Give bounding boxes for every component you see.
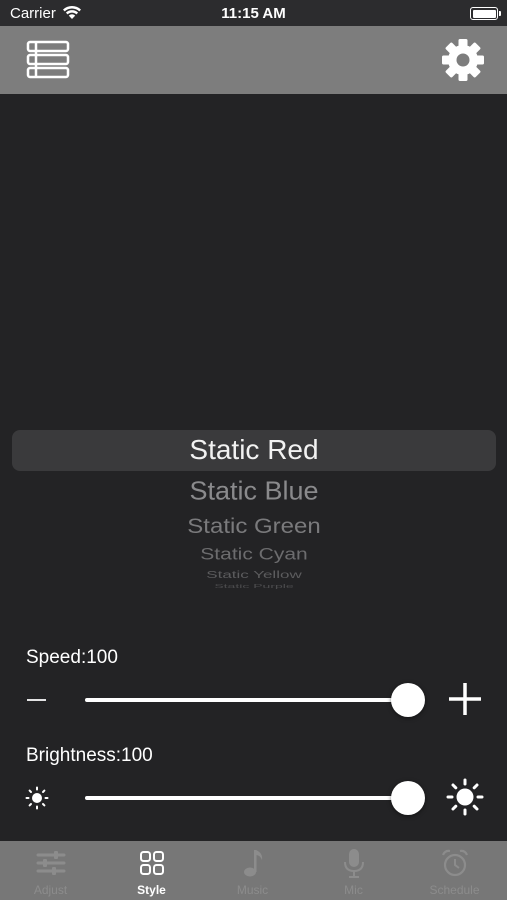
plus-icon (449, 683, 481, 715)
nav-bar (0, 26, 507, 94)
tab-schedule[interactable]: Schedule (404, 841, 505, 900)
tab-mic[interactable]: Mic (303, 841, 404, 900)
microphone-icon (344, 849, 364, 878)
tab-label: Adjust (33, 883, 68, 897)
tab-label: Music (236, 883, 269, 897)
tab-label: Mic (344, 883, 363, 897)
picker-item[interactable]: Static Purple (12, 583, 496, 589)
style-picker[interactable]: Static Red Static Blue Static Green Stat… (12, 410, 496, 600)
status-bar: Carrier 11:15 AM (0, 0, 507, 26)
alarm-clock-icon (441, 849, 469, 877)
picker-item[interactable]: Static Blue (12, 477, 496, 506)
picker-item[interactable]: Static Yellow (12, 569, 496, 581)
brightness-slider-thumb[interactable] (391, 781, 425, 815)
speed-decrease-button[interactable] (25, 688, 49, 712)
brightness-low-icon[interactable] (25, 786, 49, 810)
speed-label: Speed:100 (26, 647, 118, 668)
brightness-label: Brightness:100 (26, 745, 153, 766)
brightness-slider-track[interactable] (85, 796, 408, 800)
tab-bar: Adjust Style Music Mic Schedule (0, 841, 507, 900)
status-time: 11:15 AM (221, 5, 286, 22)
music-note-icon (244, 850, 263, 877)
minus-icon (27, 699, 46, 701)
speed-increase-button[interactable] (446, 680, 484, 718)
battery-icon (470, 7, 501, 20)
list-menu-button[interactable] (26, 40, 70, 80)
picker-item-selected[interactable]: Static Red (12, 434, 496, 466)
speed-slider-track[interactable] (85, 698, 408, 702)
gear-icon (442, 39, 484, 81)
tab-music[interactable]: Music (202, 841, 303, 900)
settings-button[interactable] (441, 38, 485, 82)
tab-style[interactable]: Style (101, 841, 202, 900)
brightness-high-icon[interactable] (446, 778, 484, 816)
tab-label: Style (137, 883, 166, 897)
tab-label: Schedule (429, 883, 480, 897)
list-icon (26, 40, 70, 79)
speed-slider-thumb[interactable] (391, 683, 425, 717)
picker-item[interactable]: Static Green (12, 515, 496, 540)
grid-icon (140, 851, 164, 875)
picker-item[interactable]: Static Cyan (12, 546, 496, 565)
tab-adjust[interactable]: Adjust (0, 841, 101, 900)
sliders-icon (36, 851, 66, 875)
